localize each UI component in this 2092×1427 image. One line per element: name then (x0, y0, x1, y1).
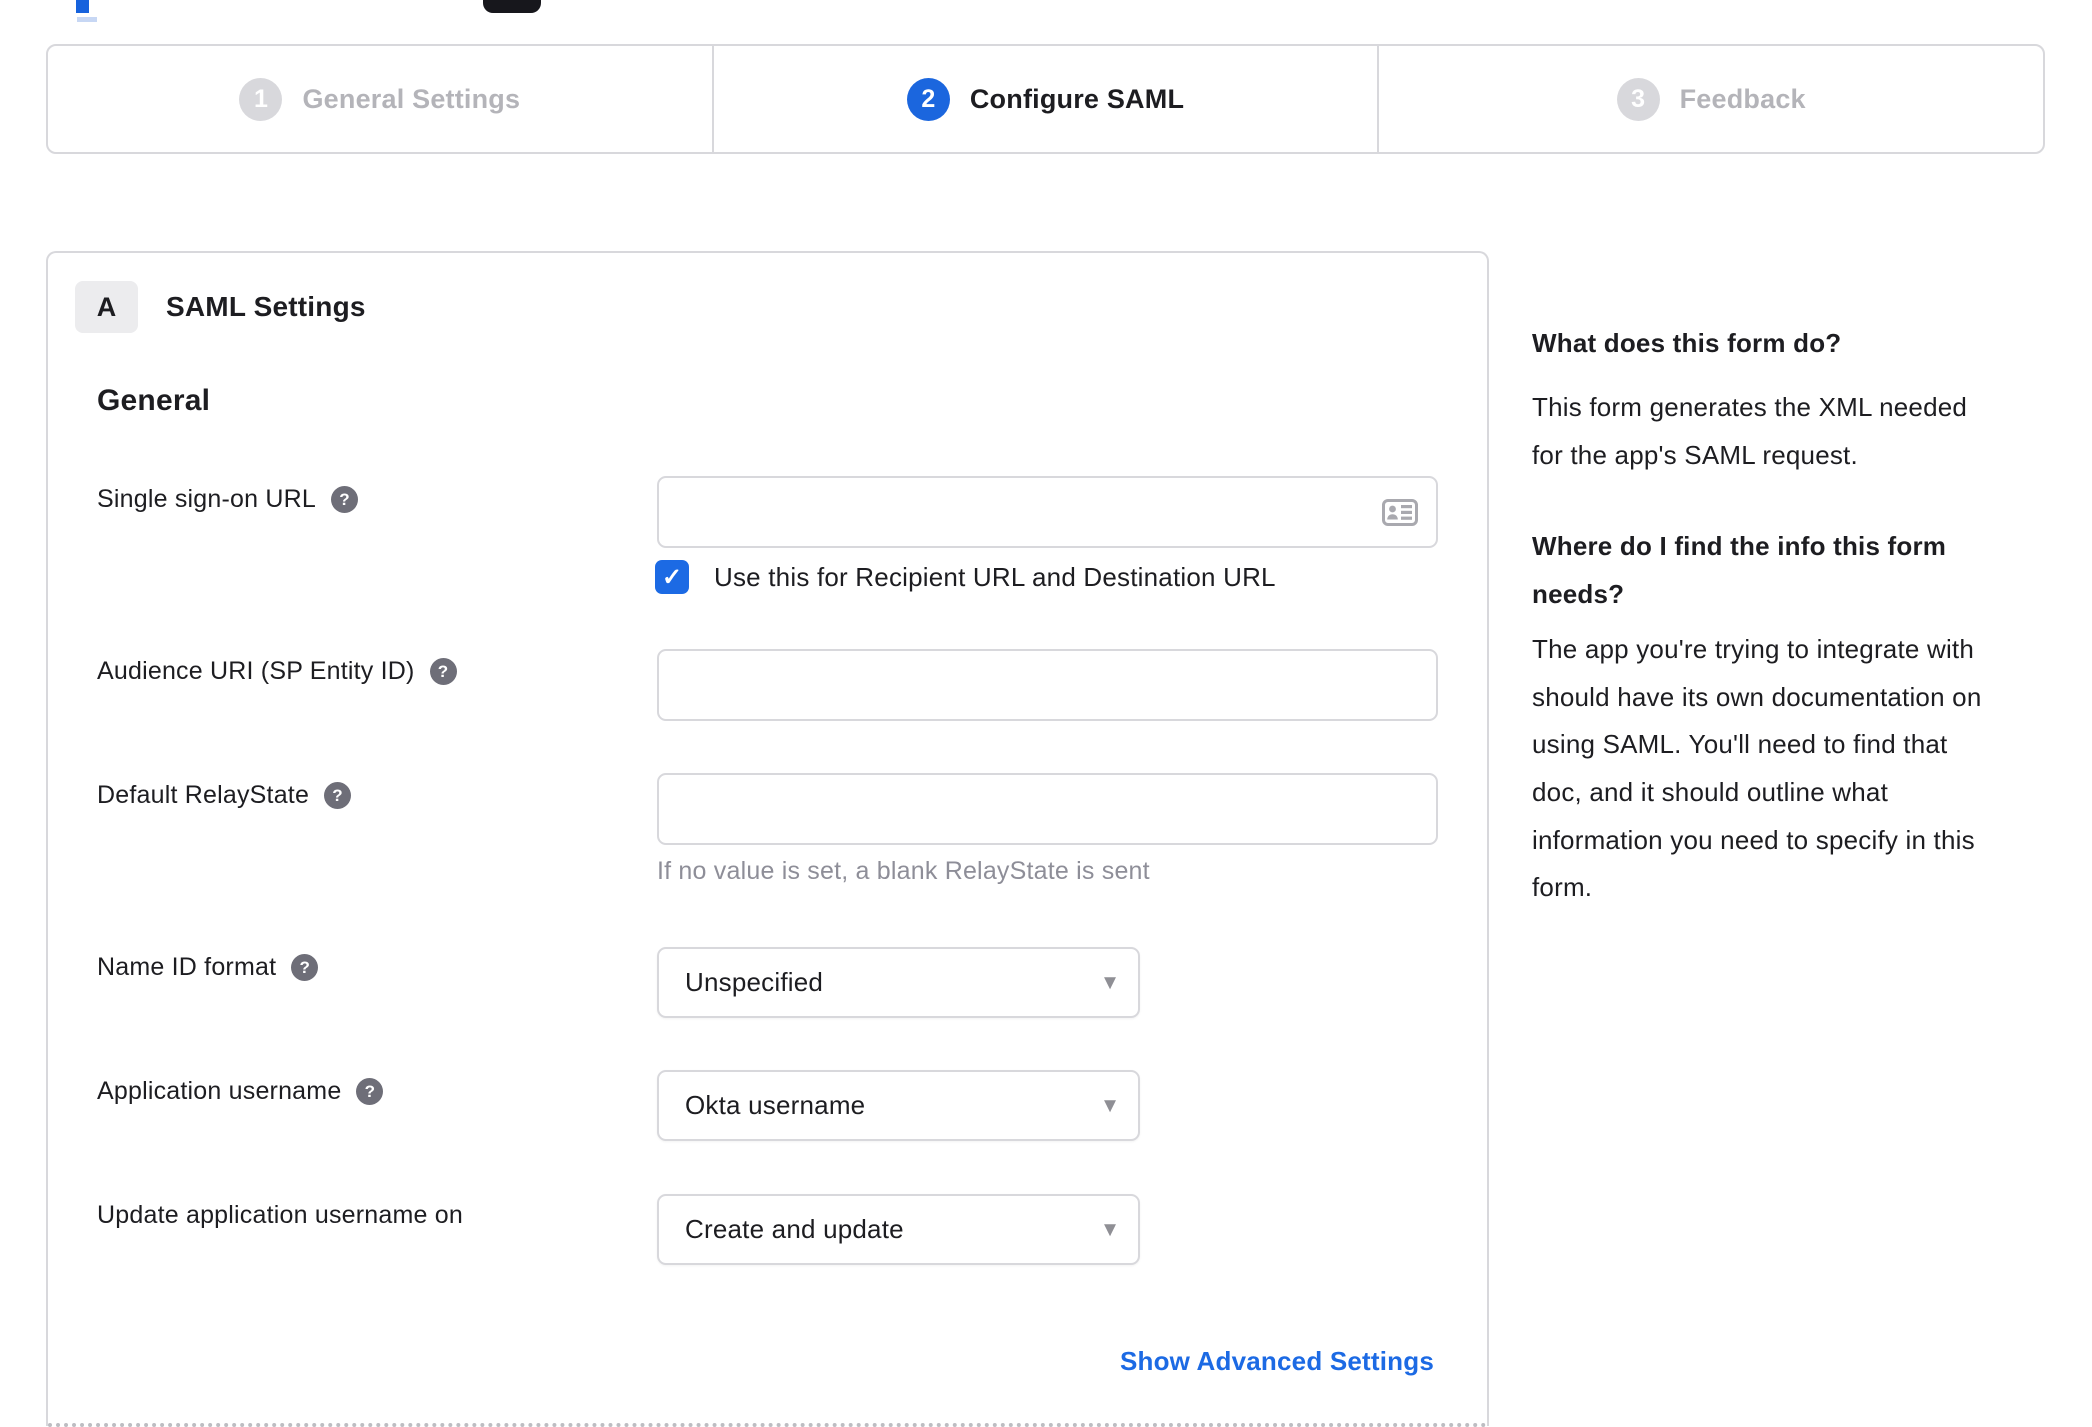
name-id-format-help-icon[interactable]: ? (291, 954, 319, 981)
default-relaystate-label: Default RelayState (97, 781, 310, 809)
help-paragraph-what: This form generates the XML needed for t… (1532, 392, 1968, 470)
help-heading-where: Where do I find the info this form needs… (1532, 531, 1947, 610)
chevron-down-icon: ▾ (1103, 1091, 1116, 1119)
name-id-format-value: Unspecified (685, 967, 824, 997)
audience-uri-label: Audience URI (SP Entity ID) (97, 657, 415, 685)
application-username-select[interactable]: Okta username ▾ (657, 1070, 1140, 1141)
update-app-username-select[interactable]: Create and update ▾ (657, 1194, 1140, 1265)
application-username-value: Okta username (685, 1090, 866, 1120)
default-relaystate-input[interactable] (657, 773, 1438, 845)
stepper-step-general-settings[interactable]: 1 General Settings (48, 46, 712, 152)
cutoff-fragment-dark (483, 0, 541, 13)
contact-card-icon (1382, 499, 1418, 526)
saml-settings-panel: A SAML Settings General Single sign-on U… (46, 251, 1489, 1427)
use-recipient-destination-checkbox-label: Use this for Recipient URL and Destinati… (714, 561, 1276, 592)
help-sidebar: What does this form do? This form genera… (1532, 319, 2052, 955)
show-advanced-settings-link[interactable]: Show Advanced Settings (1120, 1346, 1434, 1377)
stepper-step-configure-saml[interactable]: 2 Configure SAML (711, 46, 1378, 152)
step-label: Feedback (1679, 83, 1806, 114)
section-dotted-divider (48, 1423, 1487, 1427)
use-recipient-destination-checkbox[interactable]: ✓ (655, 560, 689, 594)
help-paragraph-where: The app you're trying to integrate with … (1532, 634, 1982, 903)
sso-url-input[interactable] (657, 476, 1438, 548)
chevron-down-icon: ▾ (1103, 968, 1116, 996)
stepper-step-feedback[interactable]: 3 Feedback (1377, 46, 2043, 152)
default-relaystate-help-icon[interactable]: ? (324, 782, 352, 809)
relaystate-helper-text: If no value is set, a blank RelayState i… (657, 857, 1150, 885)
step-label: General Settings (302, 83, 521, 114)
help-heading-what: What does this form do? (1532, 328, 1842, 358)
audience-uri-input[interactable] (657, 649, 1438, 721)
name-id-format-select[interactable]: Unspecified ▾ (657, 947, 1140, 1018)
name-id-format-label: Name ID format (97, 953, 277, 981)
update-app-username-value: Create and update (685, 1214, 904, 1244)
application-username-label: Application username (97, 1077, 342, 1105)
wizard-stepper: 1 General Settings 2 Configure SAML 3 Fe… (46, 44, 2045, 154)
general-heading: General (97, 384, 211, 417)
step-number-badge: 1 (239, 77, 283, 121)
section-a-badge: A (75, 281, 138, 333)
sso-url-help-icon[interactable]: ? (331, 486, 358, 513)
audience-uri-help-icon[interactable]: ? (429, 658, 457, 685)
section-title: SAML Settings (166, 291, 366, 322)
application-username-help-icon[interactable]: ? (356, 1078, 384, 1105)
step-number-badge: 3 (1616, 77, 1660, 121)
step-number-badge: 2 (906, 77, 950, 121)
cutoff-fragment-blue (76, 0, 89, 13)
sso-url-label: Single sign-on URL (97, 485, 316, 513)
step-label: Configure SAML (969, 83, 1185, 114)
cutoff-fragment-blue-faint (77, 17, 97, 22)
chevron-down-icon: ▾ (1103, 1215, 1116, 1243)
update-app-username-label: Update application username on (97, 1201, 463, 1229)
